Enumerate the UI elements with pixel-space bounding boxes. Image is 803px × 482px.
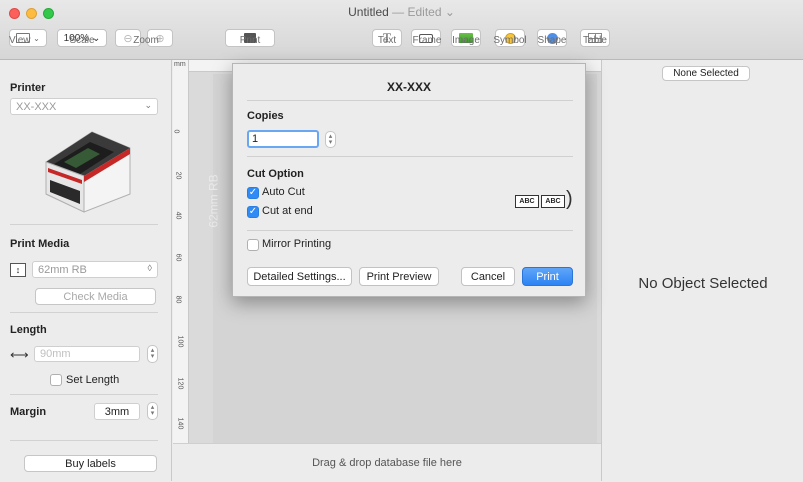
cut-bracket-icon: ) (566, 188, 573, 210)
buy-labels-button[interactable]: Buy labels (24, 455, 157, 472)
divider (10, 440, 158, 441)
ruler-mark: 80 (174, 295, 182, 304)
shape-tool-label: Shape (537, 35, 567, 46)
printer-heading: Printer (10, 82, 46, 94)
margin-input[interactable]: 3mm (94, 403, 140, 420)
ruler-mark: 120 (176, 377, 184, 390)
divider (10, 312, 158, 313)
media-select-value: 62mm RB (38, 263, 87, 276)
auto-cut-label: Auto Cut (262, 186, 305, 198)
media-width-icon: ↕ (10, 263, 26, 277)
ruler-unit: mm (174, 61, 186, 68)
title-toolbar: Untitled — Edited ⌄ ⌄ View 100% ⌄ Scale … (0, 0, 803, 60)
image-tool-label: Image (452, 35, 480, 46)
divider (10, 224, 158, 225)
view-label: View (9, 35, 31, 46)
frame-tool-label: Frame (412, 35, 442, 46)
length-heading: Length (10, 324, 47, 336)
set-length-label: Set Length (66, 374, 120, 386)
printer-select[interactable]: XX-XXX ⌄ (10, 98, 158, 115)
margin-heading: Margin (10, 406, 47, 418)
cancel-button[interactable]: Cancel (461, 267, 515, 286)
sidebar: Printer XX-XXX ⌄ Print Media ↕ 62mm RB ◊ (0, 60, 172, 481)
length-arrow-icon: ⟷ (10, 347, 29, 362)
ruler-mark: 20 (174, 171, 182, 180)
cut-at-end-label: Cut at end (262, 205, 313, 217)
mirror-printing-checkbox[interactable] (247, 239, 259, 251)
divider (10, 394, 158, 395)
mirror-printing-label: Mirror Printing (262, 238, 332, 250)
cut-option-heading: Cut Option (247, 168, 304, 180)
printer-select-value: XX-XXX (16, 100, 57, 113)
text-tool-label: Text (377, 35, 397, 46)
ruler-mark: 0 (172, 129, 180, 134)
ruler-mark: 60 (174, 253, 182, 262)
media-watermark: 62mm RB (206, 174, 221, 228)
print-preview-button[interactable]: Print Preview (359, 267, 439, 286)
chevron-down-icon: ⌄ (33, 33, 40, 43)
app-window: Untitled — Edited ⌄ ⌄ View 100% ⌄ Scale … (0, 0, 803, 481)
none-selected-button[interactable]: None Selected (662, 66, 750, 81)
media-select[interactable]: 62mm RB ◊ (32, 261, 158, 278)
database-drop-zone[interactable]: Drag & drop database file here (173, 443, 601, 481)
updown-chevron-icon: ◊ (147, 263, 152, 273)
divider (247, 156, 573, 157)
cut-preview-graphic: ABC ABC ) (515, 189, 575, 210)
copies-heading: Copies (247, 110, 284, 122)
set-length-checkbox[interactable] (50, 374, 62, 386)
copies-input[interactable]: 1 (247, 130, 319, 148)
divider (247, 230, 573, 231)
margin-stepper[interactable]: ▴ ▾ (147, 402, 158, 420)
symbol-tool-label: Symbol (493, 35, 527, 46)
window-title: Untitled — Edited ⌄ (0, 5, 803, 19)
print-media-heading: Print Media (10, 238, 70, 250)
printer-image (34, 124, 138, 216)
zoom-label: Zoom (133, 35, 159, 46)
inspector-panel: None Selected No Object Selected (601, 60, 803, 481)
empty-inspector-text: No Object Selected (638, 275, 768, 292)
ruler-mark: 100 (176, 335, 184, 348)
edited-status[interactable]: — Edited ⌄ (392, 5, 455, 19)
dialog-printer-title: XX-XXX (386, 80, 431, 94)
vertical-ruler: mm 0 20 40 60 80 100 120 140 (172, 60, 189, 443)
length-input[interactable]: 90mm (34, 346, 140, 362)
copies-stepper[interactable]: ▴ ▾ (325, 131, 336, 148)
auto-cut-checkbox[interactable]: ✓ (247, 187, 259, 199)
abc-label-sample: ABC (515, 195, 539, 208)
scale-label: Scale (69, 35, 95, 46)
detailed-settings-button[interactable]: Detailed Settings... (247, 267, 352, 286)
table-tool-label: Table (583, 35, 607, 46)
document-name: Untitled (348, 5, 389, 19)
length-stepper[interactable]: ▴ ▾ (147, 345, 158, 363)
abc-label-sample: ABC (541, 195, 565, 208)
label-printer-illustration (45, 131, 131, 213)
ruler-mark: 40 (174, 211, 182, 220)
cut-at-end-checkbox[interactable]: ✓ (247, 206, 259, 218)
print-button[interactable]: Print (522, 267, 573, 286)
chevron-down-icon: ⌄ (144, 100, 152, 110)
print-toolbar-label: Print (239, 35, 261, 46)
check-media-button[interactable]: Check Media (35, 288, 156, 305)
ruler-mark: 140 (176, 417, 184, 430)
print-dialog: XX-XXX Copies 1 ▴ ▾ Cut Option ✓ Auto Cut… (232, 63, 586, 297)
divider (247, 100, 573, 101)
